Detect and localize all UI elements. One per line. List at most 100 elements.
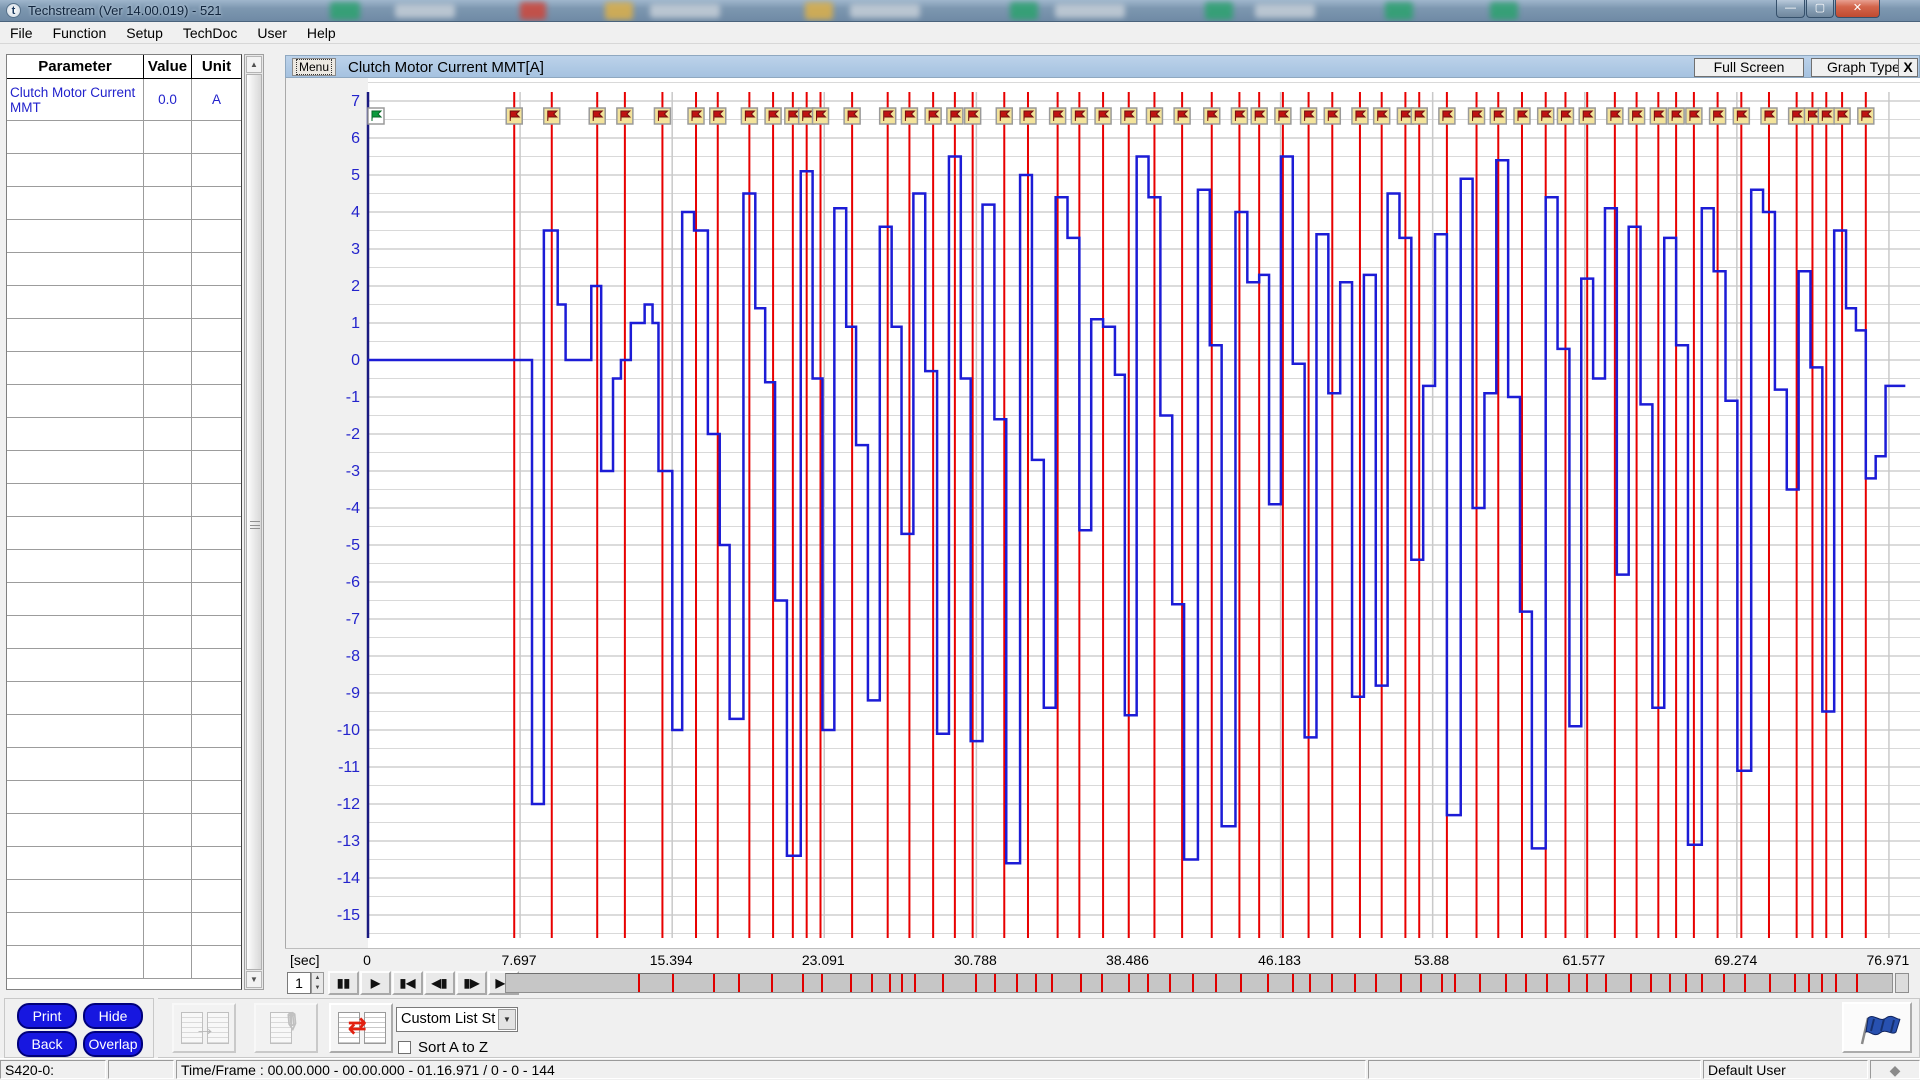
list-select-dropdown[interactable]: Custom List St ▼ — [396, 1007, 518, 1032]
trigger-flag-icon[interactable] — [765, 108, 781, 124]
trigger-flag-icon[interactable] — [965, 108, 981, 124]
overlap-button[interactable]: Overlap — [83, 1031, 143, 1057]
timeline-scrollbar[interactable] — [505, 973, 1893, 993]
trigger-flag-icon[interactable] — [741, 108, 757, 124]
step-back-button[interactable]: ◀▮ — [424, 971, 455, 995]
trigger-flag-icon[interactable] — [654, 108, 670, 124]
trigger-flag-icon[interactable] — [1557, 108, 1573, 124]
minimize-button[interactable]: — — [1776, 0, 1805, 18]
table-row-empty[interactable] — [7, 814, 241, 847]
trigger-flag-icon[interactable] — [1301, 108, 1317, 124]
trigger-flag-icon[interactable] — [1789, 108, 1805, 124]
menu-item-function[interactable]: Function — [43, 22, 117, 44]
trigger-flag-icon[interactable] — [1095, 108, 1111, 124]
trigger-flag-icon[interactable] — [1174, 108, 1190, 124]
table-row-empty[interactable] — [7, 418, 241, 451]
trigger-flag-icon[interactable] — [1121, 108, 1137, 124]
trigger-flag-icon[interactable] — [1439, 108, 1455, 124]
table-row-empty[interactable] — [7, 946, 241, 979]
trigger-flag-icon[interactable] — [1686, 108, 1702, 124]
table-row-empty[interactable] — [7, 451, 241, 484]
list-edit-button[interactable]: ✎ — [254, 1003, 318, 1053]
spin-down-icon[interactable]: ▼ — [312, 983, 323, 993]
table-row-empty[interactable] — [7, 517, 241, 550]
parameter-table[interactable]: Parameter Value Unit Clutch Motor Curren… — [6, 54, 242, 990]
trigger-flag-icon[interactable] — [1650, 108, 1666, 124]
menu-item-setup[interactable]: Setup — [116, 22, 173, 44]
table-row-empty[interactable] — [7, 154, 241, 187]
scroll-down-icon[interactable]: ▼ — [246, 971, 262, 988]
trigger-flag-icon[interactable] — [617, 108, 633, 124]
trigger-flag-icon[interactable] — [1071, 108, 1087, 124]
list-swap-button[interactable]: ⇄ — [329, 1003, 393, 1053]
graph-menu-button[interactable]: Menu — [292, 58, 336, 76]
menu-item-file[interactable]: File — [0, 22, 43, 44]
speed-input[interactable]: 1 — [287, 972, 311, 994]
graph-close-button[interactable]: X — [1898, 58, 1918, 77]
close-button[interactable]: ✕ — [1835, 0, 1880, 18]
table-row-empty[interactable] — [7, 616, 241, 649]
trigger-flag-icon[interactable] — [1514, 108, 1530, 124]
skip-start-button[interactable]: ▮◀ — [392, 971, 423, 995]
trigger-flag-icon[interactable] — [1710, 108, 1726, 124]
back-button[interactable]: Back — [17, 1031, 77, 1057]
table-row-empty[interactable] — [7, 913, 241, 946]
trigger-flag-icon[interactable] — [1607, 108, 1623, 124]
table-row-empty[interactable] — [7, 880, 241, 913]
trigger-flag-icon[interactable] — [1469, 108, 1485, 124]
trigger-flag-icon[interactable] — [813, 108, 829, 124]
trigger-flag-icon[interactable] — [1411, 108, 1427, 124]
table-row-empty[interactable] — [7, 649, 241, 682]
spin-up-icon[interactable]: ▲ — [312, 973, 323, 983]
trigger-flag-icon[interactable] — [1834, 108, 1850, 124]
trigger-flag-icon[interactable] — [1204, 108, 1220, 124]
table-row-empty[interactable] — [7, 748, 241, 781]
trigger-flag-icon[interactable] — [1275, 108, 1291, 124]
trigger-flag-icon[interactable] — [1629, 108, 1645, 124]
table-row-empty[interactable] — [7, 682, 241, 715]
table-row[interactable]: Clutch Motor Current MMT0.0A — [7, 79, 241, 121]
table-row-empty[interactable] — [7, 550, 241, 583]
list-transfer-button[interactable]: → — [172, 1003, 236, 1053]
table-scrollbar[interactable]: ▲ ▼ — [244, 54, 264, 990]
flag-button[interactable] — [1842, 1002, 1912, 1053]
trigger-flag-icon[interactable] — [1324, 108, 1340, 124]
trigger-flag-icon[interactable] — [1020, 108, 1036, 124]
table-row-empty[interactable] — [7, 484, 241, 517]
play-button[interactable]: ▶ — [360, 971, 391, 995]
trigger-flag-icon[interactable] — [996, 108, 1012, 124]
fullscreen-button[interactable]: Full Screen — [1694, 58, 1804, 77]
sort-checkbox[interactable] — [398, 1041, 411, 1054]
chevron-down-icon[interactable]: ▼ — [498, 1009, 516, 1030]
menu-item-techdoc[interactable]: TechDoc — [173, 22, 247, 44]
table-row-empty[interactable] — [7, 781, 241, 814]
trigger-flag-icon[interactable] — [1050, 108, 1066, 124]
trigger-flag-icon[interactable] — [1231, 108, 1247, 124]
table-row-empty[interactable] — [7, 583, 241, 616]
table-row-empty[interactable] — [7, 715, 241, 748]
trigger-flag-icon[interactable] — [1818, 108, 1834, 124]
pause-button[interactable]: ▮▮ — [328, 971, 359, 995]
step-forward-button[interactable]: ▮▶ — [456, 971, 487, 995]
trigger-flag-icon[interactable] — [1668, 108, 1684, 124]
trigger-flag-icon[interactable] — [1538, 108, 1554, 124]
print-button[interactable]: Print — [17, 1003, 77, 1029]
maximize-button[interactable]: ▢ — [1806, 0, 1834, 18]
trigger-flag-icon[interactable] — [844, 108, 860, 124]
trigger-flag-icon[interactable] — [1733, 108, 1749, 124]
trigger-flag-icon[interactable] — [1146, 108, 1162, 124]
hide-button[interactable]: Hide — [83, 1003, 143, 1029]
scroll-up-icon[interactable]: ▲ — [246, 56, 262, 73]
chart-plot-area[interactable]: 76543210-1-2-3-4-5-6-7-8-9-10-11-12-13-1… — [285, 78, 1920, 948]
trigger-flag-icon[interactable] — [925, 108, 941, 124]
trigger-flag-icon[interactable] — [880, 108, 896, 124]
menu-item-user[interactable]: User — [247, 22, 297, 44]
trigger-flag-icon[interactable] — [1579, 108, 1595, 124]
trigger-flag-icon[interactable] — [1761, 108, 1777, 124]
trigger-flag-icon[interactable] — [544, 108, 560, 124]
trigger-flag-icon[interactable] — [947, 108, 963, 124]
trigger-flag-icon[interactable] — [1858, 108, 1874, 124]
trigger-flag-icon[interactable] — [901, 108, 917, 124]
trigger-flag-icon[interactable] — [1352, 108, 1368, 124]
table-row-empty[interactable] — [7, 385, 241, 418]
